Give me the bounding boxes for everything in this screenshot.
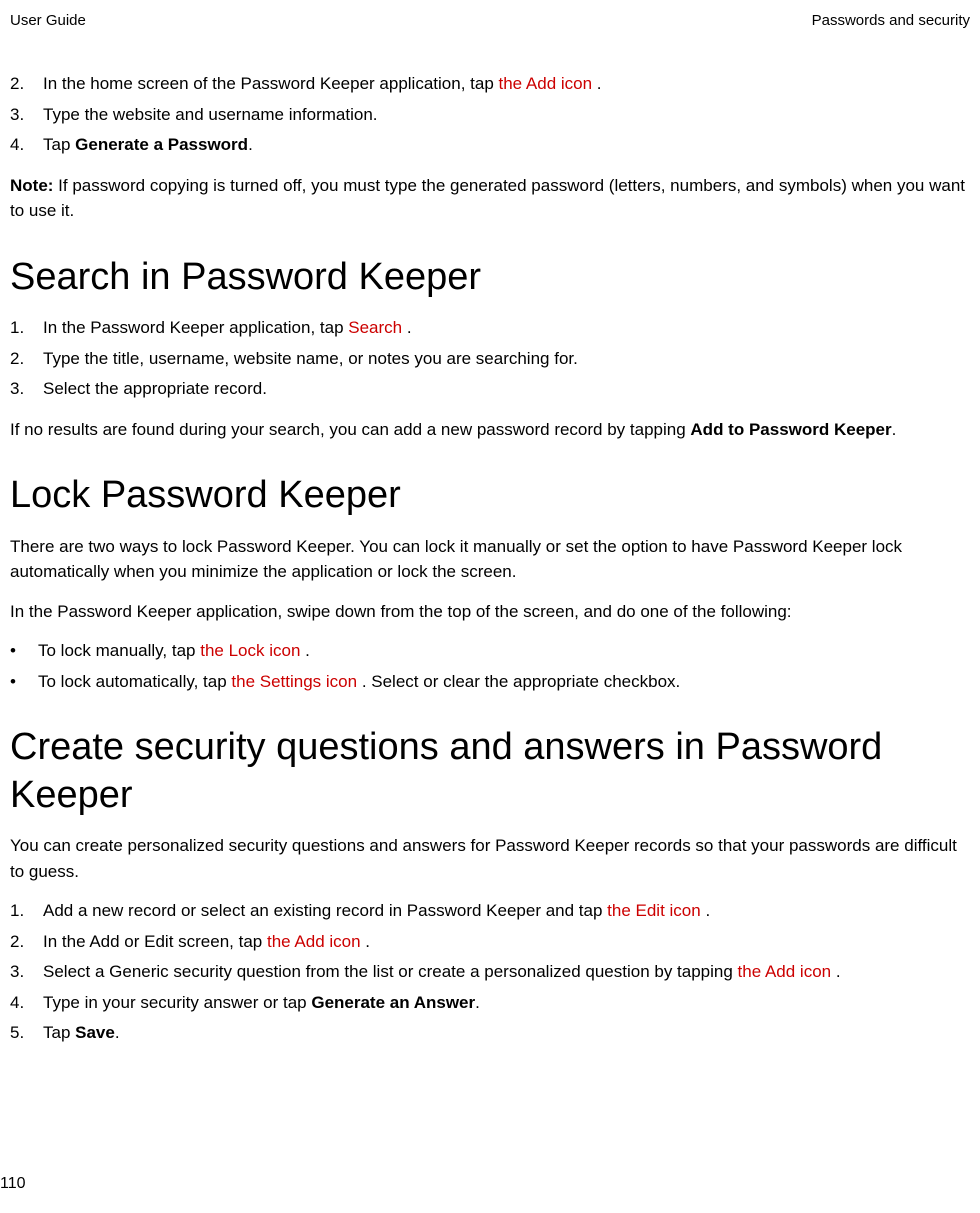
list-item: 1. Add a new record or select an existin… [10, 898, 970, 924]
text-fragment: . [701, 901, 710, 920]
add-icon: the Add icon [267, 932, 361, 951]
text-fragment: Tap [43, 1023, 75, 1042]
security-description: You can create personalized security que… [10, 833, 970, 884]
list-number: 2. [10, 346, 43, 372]
text-fragment: . [475, 993, 480, 1012]
text-fragment: In the Add or Edit screen, tap [43, 932, 267, 951]
list-text: Type the title, username, website name, … [43, 346, 970, 372]
page-header: User Guide Passwords and security [10, 12, 970, 29]
list-text: Tap Generate a Password. [43, 132, 970, 158]
list-item: 2. Type the title, username, website nam… [10, 346, 970, 372]
bold-text: Generate an Answer [311, 993, 475, 1012]
text-fragment: . [115, 1023, 120, 1042]
text-fragment: Tap [43, 135, 75, 154]
list-item: 4. Type in your security answer or tap G… [10, 990, 970, 1016]
list-item: 1. In the Password Keeper application, t… [10, 315, 970, 341]
note-text: If password copying is turned off, you m… [10, 176, 965, 221]
bold-text: Save [75, 1023, 115, 1042]
list-number: 1. [10, 898, 43, 924]
lock-icon: the Lock icon [200, 641, 300, 660]
list-item: • To lock manually, tap the Lock icon . [10, 638, 970, 664]
add-icon: the Add icon [499, 74, 593, 93]
list-item: 3. Select a Generic security question fr… [10, 959, 970, 985]
bold-text: Generate a Password [75, 135, 248, 154]
security-heading: Create security questions and answers in… [10, 724, 970, 819]
bullet: • [10, 669, 38, 695]
text-fragment: In the home screen of the Password Keepe… [43, 74, 499, 93]
list-number: 5. [10, 1020, 43, 1046]
list-number: 2. [10, 71, 43, 97]
text-fragment: To lock manually, tap [38, 641, 200, 660]
bullet: • [10, 638, 38, 664]
list-text: In the home screen of the Password Keepe… [43, 71, 970, 97]
page-number: 110 [0, 1175, 26, 1193]
header-left: User Guide [10, 12, 86, 29]
list-text: Add a new record or select an existing r… [43, 898, 970, 924]
list-item: 2. In the Add or Edit screen, tap the Ad… [10, 929, 970, 955]
list-item: 3. Type the website and username informa… [10, 102, 970, 128]
text-fragment: In the Password Keeper application, tap [43, 318, 348, 337]
text-fragment: If no results are found during your sear… [10, 420, 690, 439]
list-number: 4. [10, 132, 43, 158]
text-fragment: Type in your security answer or tap [43, 993, 311, 1012]
lock-intro: In the Password Keeper application, swip… [10, 599, 970, 625]
list-text: To lock automatically, tap the Settings … [38, 669, 970, 695]
list-text: In the Add or Edit screen, tap the Add i… [43, 929, 970, 955]
list-item: 5. Tap Save. [10, 1020, 970, 1046]
search-followup: If no results are found during your sear… [10, 417, 970, 443]
list-item: • To lock automatically, tap the Setting… [10, 669, 970, 695]
search-heading: Search in Password Keeper [10, 254, 970, 302]
list-item: 3. Select the appropriate record. [10, 376, 970, 402]
list-number: 3. [10, 102, 43, 128]
search-icon: Search [348, 318, 402, 337]
text-fragment: . [248, 135, 253, 154]
text-fragment: . [592, 74, 601, 93]
note-label: Note: [10, 176, 58, 195]
lock-heading: Lock Password Keeper [10, 472, 970, 520]
text-fragment: . [831, 962, 840, 981]
list-text: In the Password Keeper application, tap … [43, 315, 970, 341]
note-paragraph: Note: If password copying is turned off,… [10, 173, 970, 224]
text-fragment: Add a new record or select an existing r… [43, 901, 607, 920]
list-number: 2. [10, 929, 43, 955]
edit-icon: the Edit icon [607, 901, 701, 920]
list-number: 1. [10, 315, 43, 341]
settings-icon: the Settings icon [231, 672, 357, 691]
text-fragment: . [300, 641, 309, 660]
lock-description: There are two ways to lock Password Keep… [10, 534, 970, 585]
text-fragment: . [361, 932, 370, 951]
text-fragment: . [402, 318, 411, 337]
list-text: Select the appropriate record. [43, 376, 970, 402]
list-text: Type in your security answer or tap Gene… [43, 990, 970, 1016]
list-number: 3. [10, 376, 43, 402]
header-right: Passwords and security [812, 12, 970, 29]
bold-text: Add to Password Keeper [690, 420, 891, 439]
text-fragment: . Select or clear the appropriate checkb… [357, 672, 680, 691]
list-text: Select a Generic security question from … [43, 959, 970, 985]
list-item: 2. In the home screen of the Password Ke… [10, 71, 970, 97]
text-fragment: Select a Generic security question from … [43, 962, 738, 981]
list-text: Tap Save. [43, 1020, 970, 1046]
list-text: To lock manually, tap the Lock icon . [38, 638, 970, 664]
list-item: 4. Tap Generate a Password. [10, 132, 970, 158]
add-icon: the Add icon [738, 962, 832, 981]
text-fragment: To lock automatically, tap [38, 672, 231, 691]
list-number: 4. [10, 990, 43, 1016]
text-fragment: . [892, 420, 897, 439]
list-text: Type the website and username informatio… [43, 102, 970, 128]
list-number: 3. [10, 959, 43, 985]
